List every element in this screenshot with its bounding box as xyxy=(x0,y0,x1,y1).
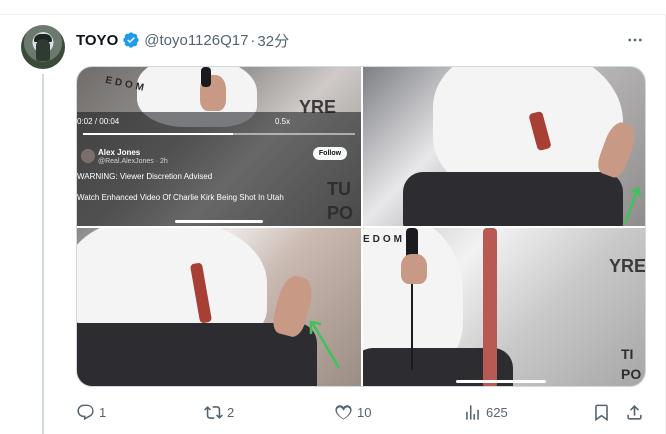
bookmark-icon xyxy=(595,404,608,421)
action-bar: 1 2 10 625 xyxy=(76,399,646,425)
repost-icon xyxy=(204,405,223,419)
home-indicator-bar xyxy=(175,220,263,223)
heart-icon xyxy=(335,404,352,420)
more-options-icon[interactable] xyxy=(620,27,650,53)
media-grid[interactable]: EDOM YRE 0:02 / 00:04 0.5x Alex Jones @R… xyxy=(76,66,646,387)
bookmark-button[interactable] xyxy=(592,399,611,425)
share-icon xyxy=(627,404,642,420)
avatar[interactable] xyxy=(21,25,65,69)
overlay-follow-button: Follow xyxy=(313,147,347,160)
reply-button[interactable]: 1 xyxy=(76,399,106,425)
pants-shape xyxy=(403,172,623,226)
repost-count: 2 xyxy=(227,404,235,420)
share-button[interactable] xyxy=(625,399,644,425)
display-name[interactable]: TOYO xyxy=(76,32,118,49)
reply-icon xyxy=(77,404,94,420)
media-image-3[interactable] xyxy=(77,228,361,386)
video-time-readout: 0:02 / 00:04 xyxy=(77,117,120,126)
overlay-warning-text: WARNING: Viewer Discretion Advised xyxy=(77,172,213,181)
repost-button[interactable]: 2 xyxy=(204,399,234,425)
post-header: TOYO @toyo1126Q17 · 32分 xyxy=(76,29,289,51)
overlay-headline-text: Watch Enhanced Video Of Charlie Kirk Bei… xyxy=(77,193,284,202)
pillar-shape xyxy=(483,228,497,386)
overlay-account-handle: @Real.AlexJones · 2h xyxy=(98,158,168,165)
home-indicator-bar xyxy=(456,380,546,383)
speed-label: 0.5x xyxy=(275,117,291,126)
thread-line xyxy=(42,74,44,434)
like-button[interactable]: 10 xyxy=(334,399,371,425)
avatar-figure-shape xyxy=(36,39,50,61)
media-image-1[interactable]: EDOM YRE 0:02 / 00:04 0.5x Alex Jones @R… xyxy=(77,67,361,226)
background-text: TU xyxy=(327,179,351,199)
like-count: 10 xyxy=(357,404,372,420)
user-handle[interactable]: @toyo1126Q17 xyxy=(144,32,248,49)
background-text: TI xyxy=(621,346,634,362)
views-button[interactable]: 625 xyxy=(463,399,508,425)
microphone-cable-shape xyxy=(411,280,413,370)
post-time[interactable]: 32分 xyxy=(257,30,289,51)
reply-count: 1 xyxy=(99,404,107,420)
background-text: EDOM xyxy=(363,234,405,245)
views-count: 625 xyxy=(486,404,508,420)
green-arrow-icon xyxy=(623,185,642,224)
timeline-divider xyxy=(0,14,666,15)
background-text: PO xyxy=(621,366,642,382)
analytics-icon xyxy=(466,404,479,420)
overlay-account-avatar xyxy=(81,149,95,163)
overlay-account-name: Alex Jones xyxy=(98,148,141,157)
video-progress-fill xyxy=(83,133,233,135)
microphone-shape xyxy=(201,67,211,87)
background-text: YRE xyxy=(609,256,646,276)
media-image-2[interactable] xyxy=(363,67,645,226)
background-text: PO xyxy=(327,203,354,223)
separator-dot: · xyxy=(250,31,256,49)
video-overlay xyxy=(77,112,361,226)
hand-shape xyxy=(401,254,427,284)
media-image-4[interactable]: EDOM YRE TI PO xyxy=(363,228,646,386)
verified-badge-icon[interactable] xyxy=(122,31,140,49)
green-arrow-icon xyxy=(309,320,341,369)
